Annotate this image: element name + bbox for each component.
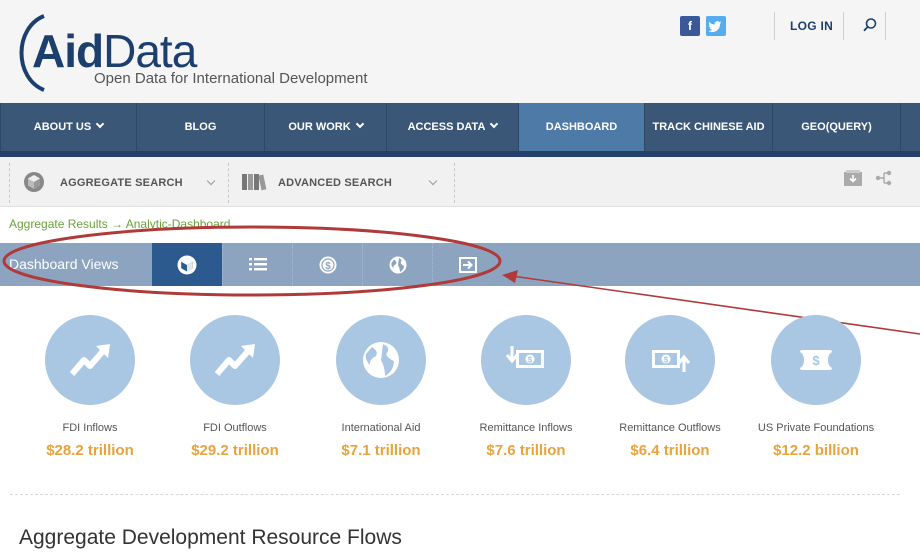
globe-icon <box>363 342 399 378</box>
section-divider <box>10 494 900 495</box>
stat-circle: $ <box>481 315 571 405</box>
stat-circle: $ <box>625 315 715 405</box>
trend-up-icon <box>214 344 255 376</box>
stat-circle <box>45 315 135 405</box>
money-out-icon: $ <box>652 350 691 372</box>
annotation-overlay <box>2 225 920 335</box>
stat-label: FDI Inflows <box>62 422 118 434</box>
stat-label: US Private Foundations <box>757 422 875 434</box>
arrow-head-icon <box>502 270 518 283</box>
section-title: Aggregate Development Resource Flows <box>19 526 402 549</box>
stat-value: $7.1 trillion <box>341 442 421 459</box>
stat-remittance-inflows[interactable]: $ Remittance Inflows $7.6 trillion <box>456 315 596 459</box>
svg-text:$: $ <box>528 356 533 365</box>
svg-text:$: $ <box>812 353 820 368</box>
money-in-icon: $ <box>505 346 544 368</box>
trend-up-icon <box>69 344 110 376</box>
stat-international-aid[interactable]: International Aid $7.1 trillion <box>311 315 451 459</box>
stat-circle <box>190 315 280 405</box>
stat-label: FDI Outflows <box>203 422 267 434</box>
stat-value: $29.2 trillion <box>191 442 279 459</box>
stat-fdi-outflows[interactable]: FDI Outflows $29.2 trillion <box>165 315 305 459</box>
dollar-bill-icon: $ <box>800 350 832 370</box>
stat-value: $12.2 billion <box>773 442 859 459</box>
stat-fdi-inflows[interactable]: FDI Inflows $28.2 trillion <box>20 315 160 459</box>
stat-us-private-foundations[interactable]: $ US Private Foundations $12.2 billion <box>746 315 886 459</box>
svg-text:$: $ <box>664 356 669 365</box>
stat-label: Remittance Outflows <box>619 422 721 434</box>
annotation-ellipse <box>2 225 502 297</box>
stat-value: $6.4 trillion <box>630 442 710 459</box>
stat-value: $28.2 trillion <box>46 442 134 459</box>
stat-label: International Aid <box>341 422 421 434</box>
stat-circle <box>336 315 426 405</box>
stat-circle: $ <box>771 315 861 405</box>
stat-value: $7.6 trillion <box>486 442 566 459</box>
stat-remittance-outflows[interactable]: $ Remittance Outflows $6.4 trillion <box>600 315 740 459</box>
stat-label: Remittance Inflows <box>479 422 573 434</box>
